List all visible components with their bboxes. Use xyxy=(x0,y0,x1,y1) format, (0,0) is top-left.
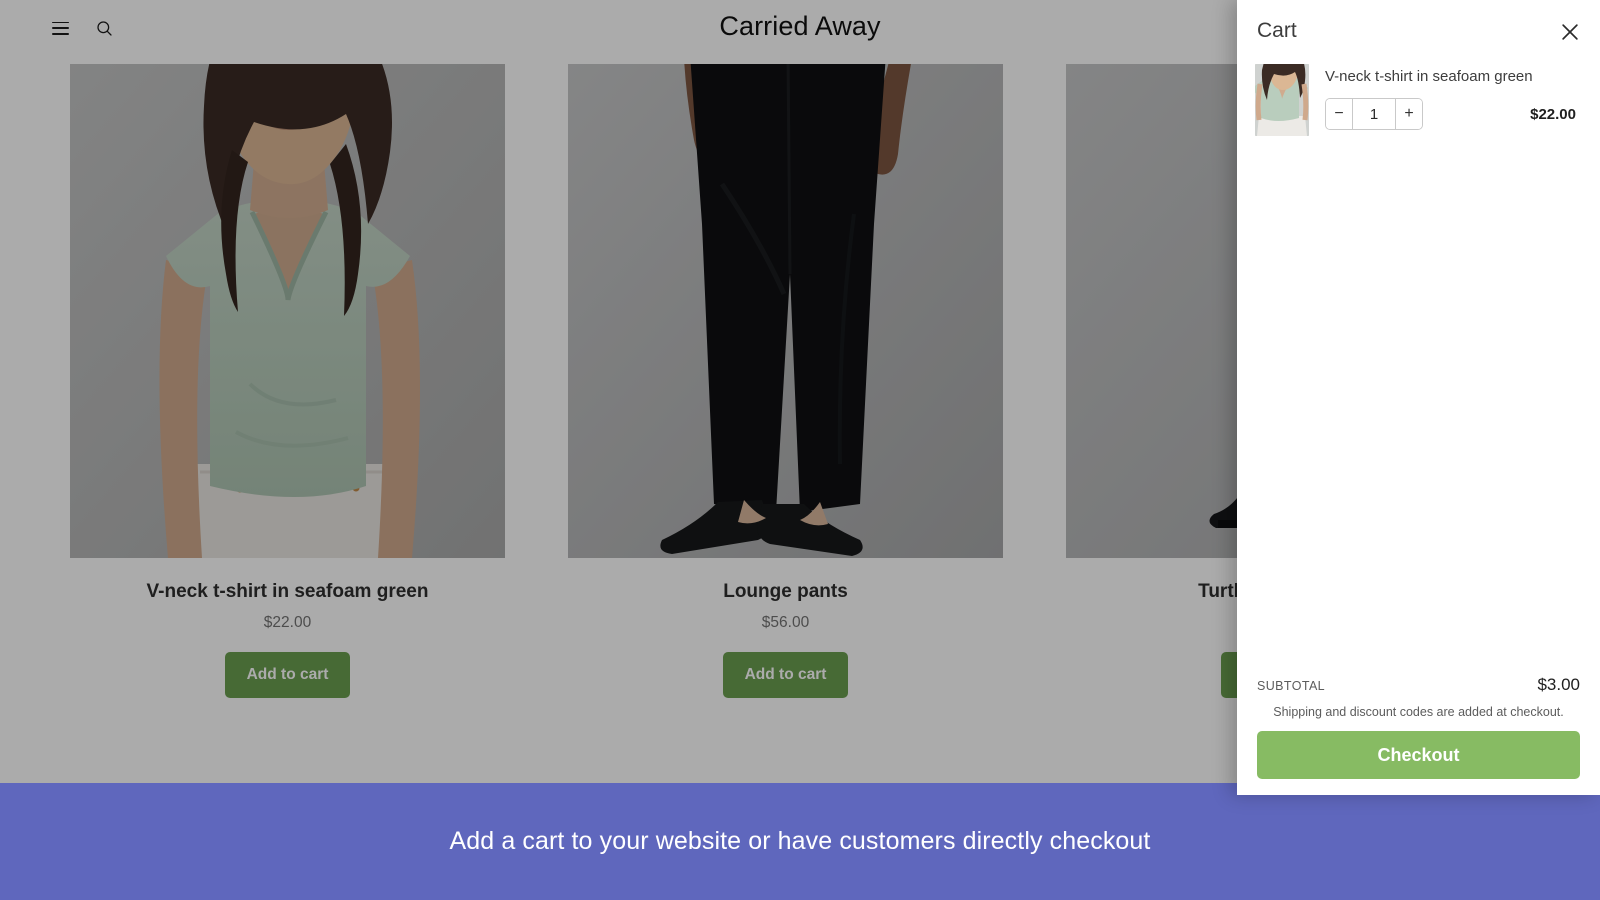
shipping-note: Shipping and discount codes are added at… xyxy=(1273,705,1564,719)
cart-line-item: V-neck t-shirt in seafoam green − 1 + $2… xyxy=(1255,62,1582,136)
checkout-button[interactable]: Checkout xyxy=(1257,731,1580,779)
cart-header: Cart xyxy=(1237,0,1600,62)
subtotal-value: $3.00 xyxy=(1537,675,1580,694)
promo-banner: Add a cart to your website or have custo… xyxy=(0,783,1600,900)
cart-footer: SUBTOTAL $3.00 Shipping and discount cod… xyxy=(1237,675,1600,795)
quantity-stepper: − 1 + xyxy=(1325,98,1423,130)
subtotal-label: SUBTOTAL xyxy=(1257,679,1326,693)
subtotal-row: SUBTOTAL $3.00 xyxy=(1257,675,1580,699)
cart-drawer: Cart V-neck t-shirt in seafoam green − 1… xyxy=(1237,0,1600,795)
cart-item-price: $22.00 xyxy=(1530,105,1576,123)
cart-item-details: V-neck t-shirt in seafoam green − 1 + $2… xyxy=(1325,64,1582,130)
cart-items-list: V-neck t-shirt in seafoam green − 1 + $2… xyxy=(1237,62,1600,675)
page-root: Carried Away V-neck t-shirt in seafoam g… xyxy=(0,0,1600,900)
cart-item-controls: − 1 + $22.00 xyxy=(1325,98,1582,130)
cart-item-name: V-neck t-shirt in seafoam green xyxy=(1325,68,1533,85)
quantity-increment-button[interactable]: + xyxy=(1396,99,1422,129)
quantity-value[interactable]: 1 xyxy=(1352,99,1396,129)
cart-item-thumbnail[interactable] xyxy=(1255,64,1309,136)
cart-title: Cart xyxy=(1257,19,1297,42)
close-icon[interactable] xyxy=(1556,18,1584,46)
promo-banner-text: Add a cart to your website or have custo… xyxy=(449,827,1151,855)
quantity-decrement-button[interactable]: − xyxy=(1326,99,1352,129)
